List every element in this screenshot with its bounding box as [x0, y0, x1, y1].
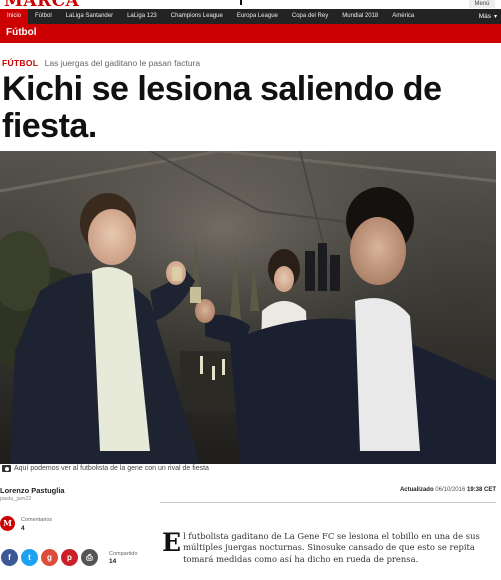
updated-label: Actualizado — [399, 487, 434, 493]
site-logo[interactable]: MARCA — [4, 0, 79, 9]
camera-icon — [2, 465, 11, 472]
nav-item-laliga-santander[interactable]: LaLiga Santander — [59, 9, 120, 24]
updated-time: 19:38 CET — [466, 487, 496, 493]
article-kicker: FÚTBOL Las juergas del gaditano le pasan… — [2, 58, 200, 68]
updated-info: Actualizado 06/10/2016 19:38 CET — [400, 487, 496, 493]
comments-label[interactable]: Comentarios — [21, 517, 52, 523]
share-label: Compartido — [109, 551, 138, 557]
nav-item-champions-league[interactable]: Champions League — [164, 9, 230, 24]
nav-item-america[interactable]: América — [385, 9, 421, 24]
comments-logo-icon[interactable]: M — [0, 516, 15, 531]
comments-count[interactable]: 4 — [21, 525, 25, 532]
article-body: E l futbolista gaditano de La Gene FC se… — [162, 528, 496, 565]
google-plus-icon[interactable]: g — [41, 549, 58, 566]
article-body-text: l futbolista gaditano de La Gene FC se l… — [183, 531, 480, 564]
share-buttons: f t g p ⎙ — [1, 549, 98, 566]
top-divider — [240, 0, 242, 5]
main-nav: Inicio Fútbol LaLiga Santander LaLiga 12… — [0, 9, 501, 24]
menu-button[interactable]: Menú — [469, 0, 495, 8]
author-handle[interactable]: pastu_jam22 — [0, 496, 32, 502]
print-icon[interactable]: ⎙ — [81, 549, 98, 566]
article-headline: Kichi se lesiona saliendo de fiesta. — [2, 70, 442, 145]
twitter-icon[interactable]: t — [21, 549, 38, 566]
article-subtitle: Las juergas del gaditano le pasan factur… — [44, 58, 201, 68]
pinterest-icon[interactable]: p — [61, 549, 78, 566]
share-count: 14 — [109, 558, 117, 565]
nav-more-button[interactable]: Más ▾ — [479, 13, 501, 20]
byline-divider — [160, 502, 496, 503]
photo-caption: Aquí podemos ver al futbolista de la gen… — [2, 465, 209, 472]
article-dropcap: E — [162, 528, 182, 557]
nav-item-mundial-2018[interactable]: Mundial 2018 — [335, 9, 385, 24]
nav-item-laliga-123[interactable]: LaLiga 123 — [120, 9, 164, 24]
nav-item-inicio[interactable]: Inicio — [0, 9, 29, 24]
nav-item-europa-league[interactable]: Europa League — [230, 9, 285, 24]
article-photo — [0, 151, 496, 464]
chevron-down-icon: ▾ — [493, 14, 497, 20]
author-name[interactable]: Lorenzo Pastuglia — [0, 486, 65, 495]
nav-item-futbol[interactable]: Fútbol — [28, 9, 59, 24]
photo-caption-text: Aquí podemos ver al futbolista de la gen… — [14, 465, 209, 472]
section-title[interactable]: Fútbol — [6, 27, 37, 38]
section-bar: Fútbol — [0, 24, 501, 43]
facebook-icon[interactable]: f — [1, 549, 18, 566]
article-category[interactable]: FÚTBOL — [2, 58, 38, 68]
nav-more-label: Más — [478, 13, 491, 20]
updated-date: 06/10/2016 — [435, 487, 466, 493]
top-strip: MARCA Menú — [0, 0, 501, 9]
nav-item-copa-del-rey[interactable]: Copa del Rey — [285, 9, 335, 24]
